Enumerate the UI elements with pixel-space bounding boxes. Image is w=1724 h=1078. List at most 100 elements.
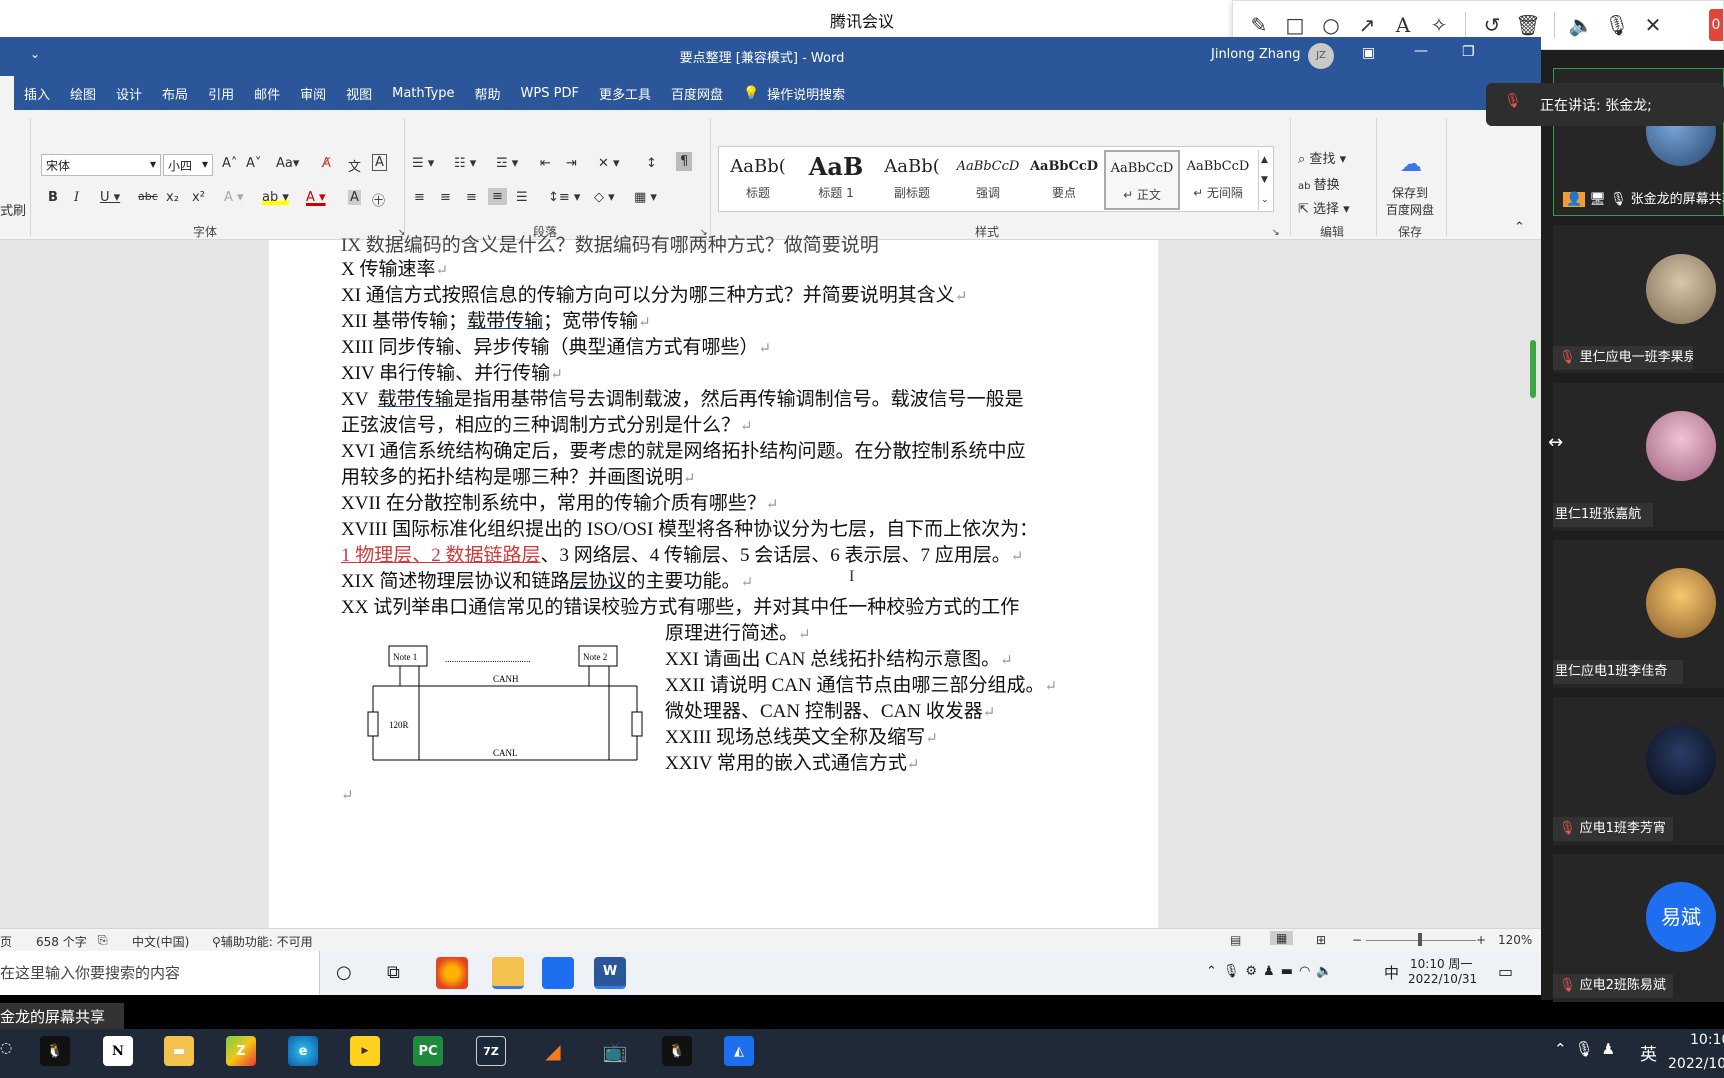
tab-baidu[interactable]: 百度网盘 xyxy=(661,76,733,110)
increase-indent-icon[interactable]: ⇥ xyxy=(566,156,577,171)
line-spacing-icon[interactable]: ↕≡ ▾ xyxy=(548,190,580,205)
char-shading-icon[interactable]: A xyxy=(348,190,361,205)
cortana-icon[interactable]: ○ xyxy=(336,962,352,983)
qq-icon[interactable]: 🐧 xyxy=(662,1036,692,1066)
phonetic-icon[interactable]: 文 xyxy=(348,156,361,175)
tencent-meeting-icon[interactable]: ◭ xyxy=(724,1036,754,1066)
baidu-cloud-icon[interactable]: ☁ xyxy=(1400,152,1422,177)
tray-icons[interactable]: ⌃🎙⚙♟▬◠🔈 xyxy=(1206,964,1339,979)
resize-icon[interactable]: ↔ xyxy=(1548,432,1563,453)
sort-icon[interactable]: ↕ xyxy=(646,156,657,171)
align-center-icon[interactable]: ≡ xyxy=(440,190,451,205)
zoom-slider-thumb[interactable] xyxy=(1418,933,1422,946)
notification-icon[interactable]: ▭ xyxy=(1498,962,1513,981)
tray-icons[interactable]: ⌃🎙♟ xyxy=(1554,1040,1623,1058)
decrease-indent-icon[interactable]: ⇤ xyxy=(540,156,551,171)
tab-mathtype[interactable]: MathType xyxy=(382,76,464,110)
start-icon[interactable]: ◌ xyxy=(0,1040,12,1056)
numbering-icon[interactable]: ☷ ▾ xyxy=(454,156,476,171)
style-emphasis[interactable]: AaBbCcD 强调 xyxy=(950,150,1026,210)
text-effects-icon[interactable]: A ▾ xyxy=(224,190,244,205)
task-view-icon[interactable]: ⧉ xyxy=(387,962,400,983)
read-mode-icon[interactable]: ▤ xyxy=(1230,933,1241,947)
style-heading-1[interactable]: AaB 标题 1 xyxy=(798,150,874,210)
ribbon-display-icon[interactable]: ▣ xyxy=(1362,45,1375,61)
style-normal[interactable]: AaBbCcD ↵ 正文 xyxy=(1104,150,1180,210)
tell-me-search[interactable]: 💡 操作说明搜索 xyxy=(733,76,855,110)
notion-icon[interactable]: N xyxy=(103,1036,133,1066)
close-icon[interactable]: ✕ xyxy=(1635,7,1671,43)
qq-icon[interactable]: 🐧 xyxy=(40,1036,70,1066)
file-explorer-icon[interactable]: ▬ xyxy=(164,1036,194,1066)
minimize-icon[interactable]: — xyxy=(1414,43,1428,59)
print-layout-icon[interactable]: ▦ xyxy=(1270,931,1294,945)
style-strong[interactable]: AaBbCcD 要点 xyxy=(1026,150,1102,210)
tab-help[interactable]: 帮助 xyxy=(465,76,511,110)
subscript-icon[interactable]: x₂ xyxy=(166,190,179,205)
word-count[interactable]: 658 个字 xyxy=(36,933,87,950)
7zip-icon[interactable]: 7Z xyxy=(476,1036,506,1066)
clock-date[interactable]: 2022/10 xyxy=(1668,1056,1724,1072)
font-size-select[interactable]: 小四 ▾ xyxy=(163,154,213,176)
collapse-ribbon-icon[interactable]: ⌃ xyxy=(1514,220,1525,235)
multilevel-list-icon[interactable]: ☲ ▾ xyxy=(496,156,518,171)
tab-insert[interactable]: 插入 xyxy=(14,76,60,110)
italic-icon[interactable]: I xyxy=(74,190,79,205)
avatar[interactable]: JZ xyxy=(1308,43,1334,69)
chinese-layout-icon[interactable]: ✕ ▾ xyxy=(598,156,620,171)
tab-design[interactable]: 设计 xyxy=(106,76,152,110)
zoom-out-button[interactable]: − xyxy=(1352,933,1362,947)
highlight-icon[interactable]: ab ▾ xyxy=(262,190,289,205)
show-marks-icon[interactable]: ¶ xyxy=(676,152,693,171)
find-button[interactable]: ⌕ 查找 ▾ xyxy=(1298,148,1346,167)
superscript-icon[interactable]: x² xyxy=(192,190,205,205)
player-icon[interactable]: ▶ xyxy=(350,1036,380,1066)
edge-icon[interactable]: e xyxy=(288,1036,318,1066)
dialog-launcher-icon[interactable]: ↘ xyxy=(1272,228,1280,238)
clock-time[interactable]: 10:10 周一 xyxy=(1410,955,1472,972)
clock-date[interactable]: 2022/10/31 xyxy=(1408,972,1477,986)
tab-home[interactable] xyxy=(0,76,14,110)
style-subtitle[interactable]: AaBb(副标题 xyxy=(874,150,950,210)
tab-layout[interactable]: 布局 xyxy=(152,76,198,110)
zoom-level[interactable]: 120% xyxy=(1498,933,1532,947)
style-title[interactable]: AaBb(标题 xyxy=(720,150,796,210)
accessibility-status[interactable]: ⚲辅助功能: 不可用 xyxy=(212,933,313,950)
stop-share-button[interactable]: 0 xyxy=(1709,9,1723,41)
underline-icon[interactable]: U ▾ xyxy=(100,190,120,205)
app-icon[interactable]: Z xyxy=(226,1036,256,1066)
tencent-meeting-icon[interactable] xyxy=(542,957,574,989)
align-left-icon[interactable]: ≡ xyxy=(414,190,425,205)
tab-view[interactable]: 视图 xyxy=(336,76,382,110)
user-name[interactable]: Jinlong Zhang xyxy=(1211,47,1300,62)
tab-wps-pdf[interactable]: WPS PDF xyxy=(511,76,589,110)
bold-icon[interactable]: B xyxy=(48,190,58,205)
microphone-icon[interactable]: 🎙 xyxy=(1599,7,1635,43)
ime-indicator[interactable]: 中 xyxy=(1384,962,1399,983)
pycharm-icon[interactable]: PC xyxy=(413,1036,443,1066)
proofing-icon[interactable]: ⎘ xyxy=(98,933,108,948)
speaker-icon[interactable]: 🔈 xyxy=(1563,7,1599,43)
enclose-char-icon[interactable]: ㊉ xyxy=(372,190,385,209)
restore-icon[interactable]: ❐ xyxy=(1462,44,1475,60)
char-border-icon[interactable]: A xyxy=(372,154,387,171)
shading-icon[interactable]: ◇ ▾ xyxy=(594,190,615,205)
bilibili-icon[interactable]: 📺 xyxy=(600,1036,630,1066)
tab-more-tools[interactable]: 更多工具 xyxy=(589,76,661,110)
language-status[interactable]: 中文(中国) xyxy=(132,933,189,950)
tab-references[interactable]: 引用 xyxy=(198,76,244,110)
distributed-icon[interactable]: ☰ xyxy=(516,190,528,205)
page-count[interactable]: 页 xyxy=(0,933,12,950)
web-layout-icon[interactable]: ⊞ xyxy=(1316,933,1326,947)
font-name-select[interactable]: 宋体 ▾ xyxy=(41,154,161,176)
justify-icon[interactable]: ≡ xyxy=(488,188,507,205)
align-right-icon[interactable]: ≡ xyxy=(466,190,477,205)
tab-draw[interactable]: 绘图 xyxy=(60,76,106,110)
scroll-thumb[interactable] xyxy=(1530,340,1536,398)
style-no-spacing[interactable]: AaBbCcD ↵ 无间隔 xyxy=(1180,150,1256,210)
tab-mailings[interactable]: 邮件 xyxy=(244,76,290,110)
taskbar-search-input[interactable]: 在这里输入你要搜索的内容 xyxy=(0,951,320,995)
firefox-icon[interactable] xyxy=(436,957,468,989)
shrink-font-icon[interactable]: A˅ xyxy=(246,156,261,171)
document-page[interactable]: IX 数据编码的含义是什么？数据编码有哪两种方式？做简要说明 X 传输速率↵ X… xyxy=(269,235,1158,928)
